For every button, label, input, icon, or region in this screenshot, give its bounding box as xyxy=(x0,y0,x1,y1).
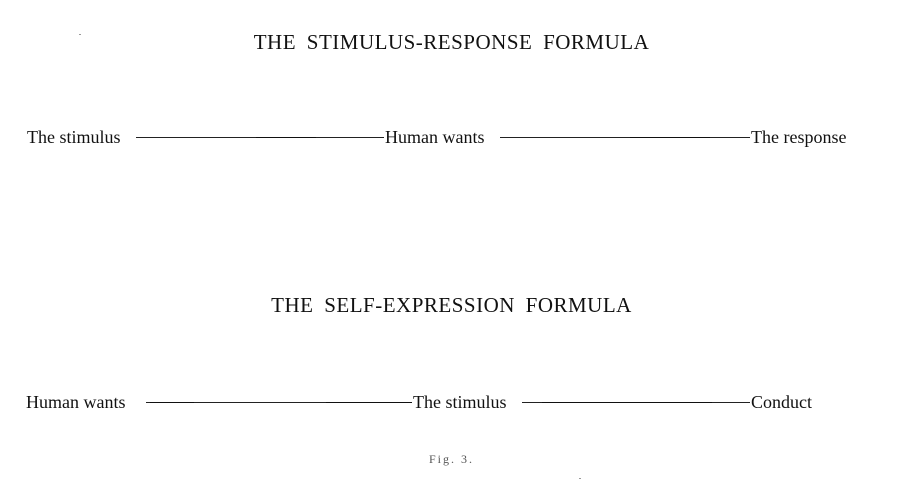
connector-stimulus-to-wants xyxy=(136,136,384,138)
connector-stimulus-to-conduct xyxy=(522,401,750,403)
connector-wants-to-response xyxy=(500,136,750,138)
stimulus-response-title: THE STIMULUS-RESPONSE FORMULA xyxy=(253,30,650,54)
self-expression-row: Human wants The stimulus Conduct xyxy=(0,389,903,419)
node-the-stimulus: The stimulus xyxy=(27,127,121,147)
node-the-stimulus-2: The stimulus xyxy=(413,392,507,412)
node-human-wants: Human wants xyxy=(385,127,485,147)
node-conduct: Conduct xyxy=(751,392,812,412)
stimulus-response-row: The stimulus Human wants The response xyxy=(0,124,903,154)
figure-caption: Fig. 3. xyxy=(428,452,474,466)
scan-speck xyxy=(79,34,81,35)
scan-speck xyxy=(579,478,581,479)
self-expression-title: THE SELF-EXPRESSION FORMULA xyxy=(271,293,632,317)
node-human-wants-2: Human wants xyxy=(26,392,126,412)
connector-wants-to-stimulus xyxy=(146,401,412,403)
node-the-response: The response xyxy=(751,127,847,147)
